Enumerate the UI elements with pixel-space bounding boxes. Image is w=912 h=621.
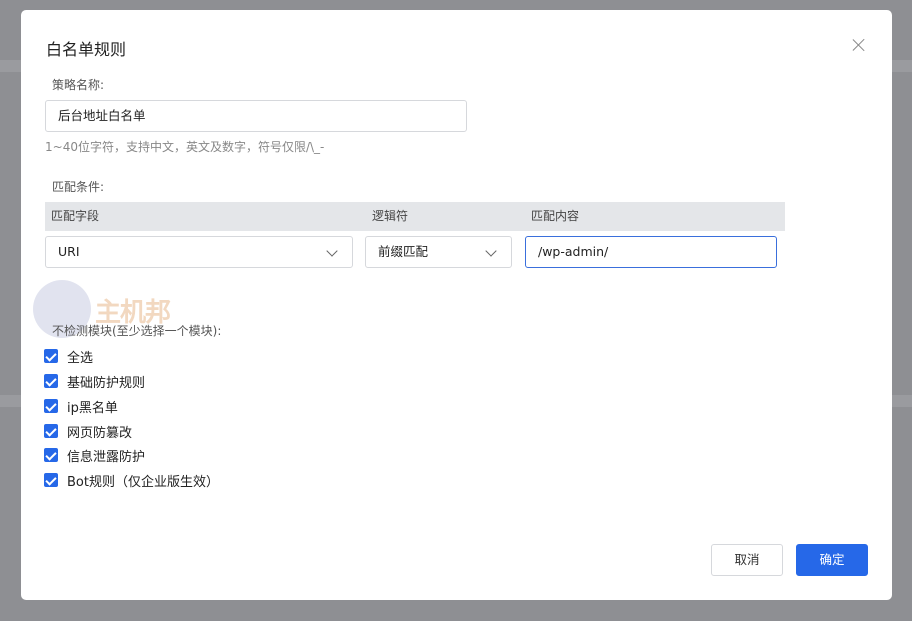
checkbox-basic-protection[interactable]: 基础防护规则 [44,372,146,391]
policy-name-input[interactable]: 后台地址白名单 [45,100,467,132]
policy-name-hint: 1~40位字符，支持中文，英文及数字，符号仅限/\_- [45,140,325,154]
header-match-field: 匹配字段 [51,209,100,223]
confirm-button[interactable]: 确定 [796,544,868,576]
checkbox-label: 基础防护规则 [67,375,146,391]
header-match-content: 匹配内容 [531,209,580,223]
checkbox-select-all[interactable]: 全选 [44,347,94,366]
cancel-button[interactable]: 取消 [711,544,783,576]
match-content-input[interactable]: /wp-admin/ [525,236,777,268]
chevron-down-icon [326,245,338,257]
checkbox-ip-blacklist[interactable]: ip黑名单 [44,397,118,416]
operator-select[interactable]: 前缀匹配 [365,236,512,268]
header-operator: 逻辑符 [372,209,409,223]
operator-value: 前缀匹配 [378,244,429,259]
match-conditions-label: 匹配条件: [52,180,105,194]
checkbox-checked-icon[interactable] [44,473,58,487]
checkbox-label: 全选 [67,350,94,366]
checkbox-checked-icon[interactable] [44,448,58,462]
checkbox-checked-icon[interactable] [44,349,58,363]
match-table-header: 匹配字段 逻辑符 匹配内容 [45,202,785,231]
checkbox-label: ip黑名单 [67,400,118,416]
checkbox-checked-icon[interactable] [44,424,58,438]
match-field-value: URI [58,244,80,259]
dialog-title: 白名单规则 [46,40,127,59]
close-icon[interactable] [850,36,868,54]
match-field-select[interactable]: URI [45,236,353,268]
checkbox-label: 网页防篡改 [67,425,133,441]
checkbox-checked-icon[interactable] [44,399,58,413]
whitelist-rule-dialog: 白名单规则 策略名称: 后台地址白名单 1~40位字符，支持中文，英文及数字，符… [21,10,892,600]
chevron-down-icon [485,245,497,257]
checkbox-info-leak[interactable]: 信息泄露防护 [44,446,146,465]
checkbox-label: Bot规则（仅企业版生效） [67,474,219,490]
checkbox-checked-icon[interactable] [44,374,58,388]
checkbox-bot-rules[interactable]: Bot规则（仅企业版生效） [44,471,219,490]
policy-name-label: 策略名称: [52,78,105,92]
modules-label: 不检测模块(至少选择一个模块): [52,324,222,338]
checkbox-anti-tamper[interactable]: 网页防篡改 [44,422,133,441]
checkbox-label: 信息泄露防护 [67,449,146,465]
